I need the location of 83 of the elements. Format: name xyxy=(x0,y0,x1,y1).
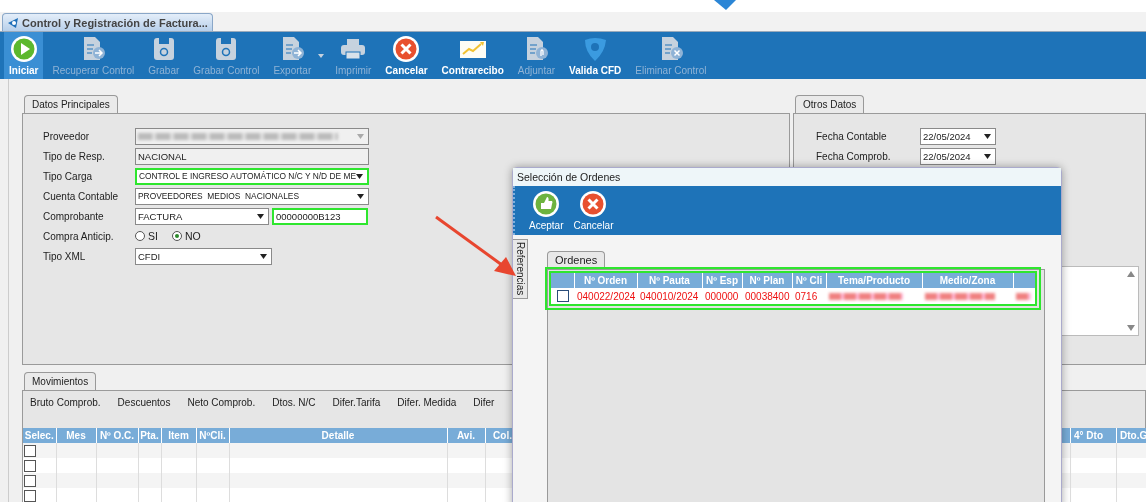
total-label: Dtos. N/C xyxy=(272,397,316,410)
thumbs-up-icon xyxy=(532,190,561,218)
field-label: Cuenta Contable xyxy=(43,190,120,202)
column-header[interactable]: NºCli. xyxy=(196,428,229,443)
redacted-text xyxy=(1016,292,1032,300)
caret-icon xyxy=(260,253,267,259)
dropdown[interactable]: PROVEEDORES MEDIOS NACIONALES xyxy=(135,187,369,205)
table-cell: 040010/2024 xyxy=(637,288,702,305)
total-label: Bruto Comprob. xyxy=(30,397,101,410)
toolbar-button[interactable]: Cancelar xyxy=(569,186,618,235)
column-header[interactable]: Item xyxy=(161,428,196,443)
total-label: Difer xyxy=(473,397,495,410)
table-cell: 040022/2024 xyxy=(574,288,637,305)
column-header[interactable]: Tema/Producto xyxy=(826,272,922,288)
caret-icon xyxy=(357,133,364,139)
radio-button[interactable]: SI xyxy=(135,230,158,242)
panel-tab[interactable]: Datos Principales xyxy=(24,95,118,113)
toolbar-button[interactable]: Iniciar xyxy=(4,32,44,79)
total-label: Difer. Medida xyxy=(397,397,457,410)
text-field[interactable]: 00000000B123 xyxy=(272,207,368,225)
date-dropdown[interactable]: 22/05/2024 xyxy=(920,147,996,165)
column-header[interactable]: Selec. xyxy=(23,428,56,443)
table-cell: 00038400 xyxy=(742,288,792,305)
checkbox[interactable] xyxy=(24,475,36,488)
document-tab[interactable]: Control y Registración de Factura... xyxy=(2,13,213,31)
field-label: Fecha Comprob. xyxy=(816,150,892,162)
total-label: Descuentos xyxy=(117,397,171,410)
column-header[interactable]: Nº Esp xyxy=(702,272,742,288)
caret-icon xyxy=(984,153,991,159)
dropdown[interactable]: CONTROL E INGRESO AUTOMÁTICO N/C Y N/D DE ME xyxy=(135,167,369,185)
table-cell: 000000 xyxy=(702,288,742,305)
column-header[interactable]: Pta. xyxy=(138,428,161,443)
toolbar-button[interactable]: Aceptar xyxy=(525,186,568,235)
dropdown[interactable]: FACTURA xyxy=(135,207,269,225)
logo-icon xyxy=(7,16,19,29)
column-header[interactable]: Nº Plan xyxy=(742,272,792,288)
toolbar-button[interactable]: Cancelar xyxy=(380,32,433,79)
checkbox[interactable] xyxy=(24,460,36,473)
cancel-icon xyxy=(579,190,608,218)
field-label: Tipo Carga xyxy=(43,170,94,182)
caret-icon xyxy=(356,173,363,179)
field-label: Comprobante xyxy=(43,210,105,222)
dialog-title: Selección de Ordenes xyxy=(513,168,1061,186)
panel-tab[interactable]: Otros Datos xyxy=(795,95,865,113)
logo-icon xyxy=(712,0,738,10)
column-header[interactable]: Nº Pauta xyxy=(637,272,702,288)
column-header[interactable]: Mes xyxy=(56,428,96,443)
checkbox[interactable] xyxy=(24,490,36,502)
caret-icon xyxy=(357,193,364,199)
date-dropdown[interactable]: 22/05/2024 xyxy=(920,127,996,145)
column-header[interactable]: 4° Dto xyxy=(1070,428,1117,443)
checkbox[interactable] xyxy=(24,445,36,458)
field-label: Fecha Contable xyxy=(816,130,888,142)
dropdown[interactable]: CFDI xyxy=(135,247,272,265)
panel-tab[interactable]: Movimientos xyxy=(24,372,97,390)
scroll-down-icon[interactable] xyxy=(1127,325,1135,331)
radio-button[interactable]: NO xyxy=(171,230,201,242)
table-cell: 0716 xyxy=(792,288,826,305)
text-field[interactable]: NACIONAL xyxy=(135,147,369,165)
toolbar-button[interactable]: Valida CFD xyxy=(564,32,627,79)
field-label: Tipo de Resp. xyxy=(43,150,106,162)
column-header[interactable]: Nº Orden xyxy=(574,272,637,288)
toolbar-button[interactable]: Contrarecibo xyxy=(436,32,509,79)
column-header[interactable]: Medio/Zona xyxy=(922,272,1013,288)
side-tab[interactable]: Referencias xyxy=(513,239,528,299)
column-header[interactable]: Avi. xyxy=(447,428,485,443)
redacted-text xyxy=(925,292,996,300)
checkbox[interactable] xyxy=(557,290,569,303)
column-header[interactable]: Nº Cli xyxy=(792,272,826,288)
play-icon xyxy=(9,35,38,63)
caret-icon xyxy=(257,213,264,219)
field-label: Proveedor xyxy=(43,130,91,142)
dropdown[interactable] xyxy=(135,127,369,145)
scroll-up-icon[interactable] xyxy=(1127,271,1135,277)
field-label: Compra Anticip. xyxy=(43,230,115,242)
column-header[interactable]: Dto.G xyxy=(1116,428,1146,443)
total-label: Neto Comprob. xyxy=(187,397,256,410)
column-header[interactable]: Nº O.C. xyxy=(96,428,138,443)
cancel-icon xyxy=(392,35,421,63)
field-label: Tipo XML xyxy=(43,250,87,262)
caret-icon xyxy=(984,133,991,139)
total-label: Difer.Tarifa xyxy=(332,397,381,410)
column-header[interactable]: Detalle xyxy=(229,428,447,443)
